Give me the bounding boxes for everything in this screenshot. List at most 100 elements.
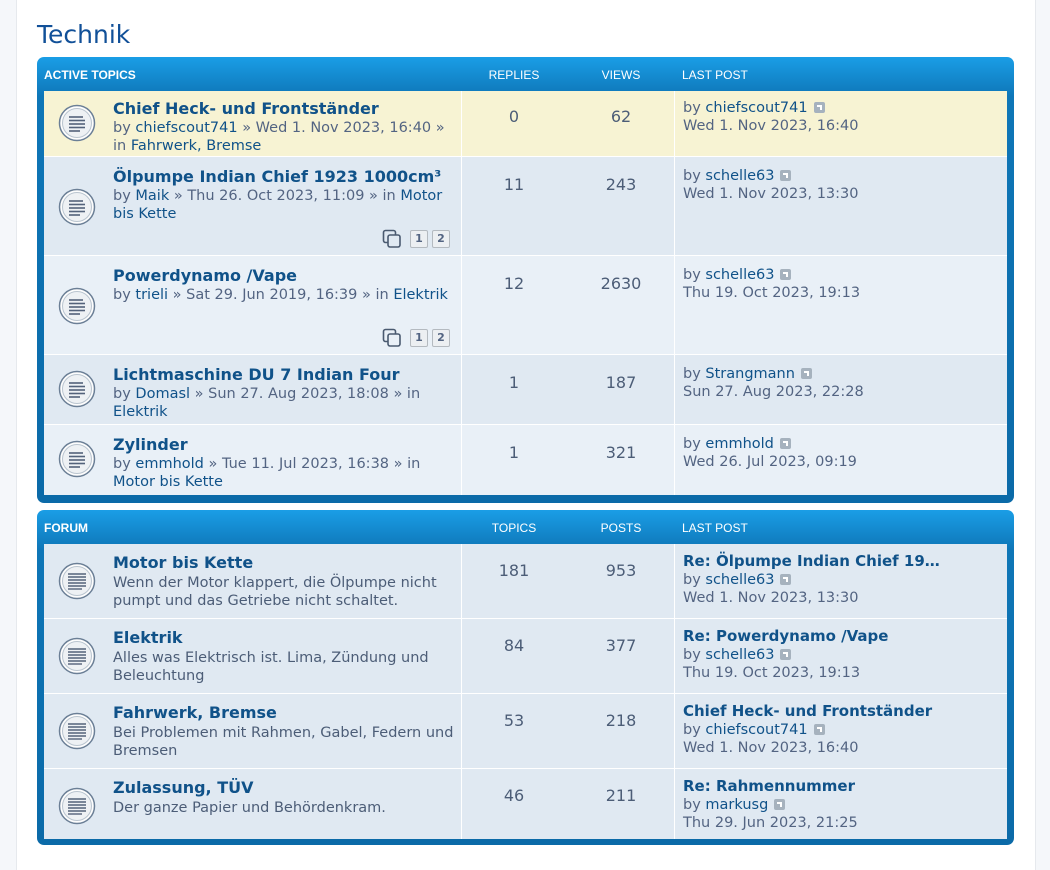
- view-latest-post-icon[interactable]: [780, 170, 792, 181]
- by-label: by: [683, 647, 701, 663]
- replies-count: 0: [508, 107, 520, 126]
- by-label: by: [113, 386, 131, 402]
- forum-description: Wenn der Motor klappert, die Ölpumpe nic…: [113, 575, 437, 609]
- author-link[interactable]: chiefscout741: [135, 120, 237, 136]
- last-post-date: Wed 1. Nov 2023, 13:30: [683, 590, 859, 606]
- by-label: by: [683, 168, 701, 184]
- multipage-icon: [382, 229, 401, 248]
- topic-title-link[interactable]: Ölpumpe Indian Chief 1923 1000cm³: [113, 167, 441, 186]
- topic-meta: by trieli » Sat 29. Jun 2019, 16:39 » in…: [113, 286, 458, 304]
- in-label: » in: [393, 386, 421, 402]
- last-post-author-link[interactable]: schelle63: [705, 572, 774, 588]
- topic-pagination: 1 2: [382, 327, 454, 349]
- view-latest-post-icon[interactable]: [780, 269, 792, 280]
- forum-description: Alles was Elektrisch ist. Lima, Zündung …: [113, 650, 429, 684]
- last-post-author-link[interactable]: markusg: [705, 797, 768, 813]
- last-post-author-link[interactable]: schelle63: [705, 647, 774, 663]
- page-link-2[interactable]: 2: [432, 230, 450, 248]
- last-post-author-link[interactable]: schelle63: [705, 267, 774, 283]
- topic-title-link[interactable]: Zylinder: [113, 435, 188, 454]
- topic-read-icon: [58, 188, 96, 226]
- topic-meta: by Maik » Thu 26. Oct 2023, 11:09 » in M…: [113, 187, 458, 223]
- page-link-1[interactable]: 1: [410, 230, 428, 248]
- last-post-author-link[interactable]: chiefscout741: [705, 100, 807, 116]
- topic-title-link[interactable]: Powerdynamo /Vape: [113, 266, 297, 285]
- author-link[interactable]: Maik: [135, 188, 169, 204]
- author-link[interactable]: Domasl: [135, 386, 190, 402]
- replies-count: 12: [503, 274, 525, 293]
- by-label: by: [683, 722, 701, 738]
- replies-column-header: REPLIES: [488, 68, 540, 82]
- forum-link[interactable]: Motor bis Kette: [113, 474, 223, 490]
- view-latest-post-icon[interactable]: [813, 102, 825, 113]
- topic-meta: by Domasl » Sun 27. Aug 2023, 18:08 » in…: [113, 385, 458, 421]
- last-post-date: Wed 1. Nov 2023, 16:40: [683, 740, 859, 756]
- last-post: by Strangmann Sun 27. Aug 2023, 22:28: [683, 365, 1003, 401]
- last-post-date: Thu 19. Oct 2023, 19:13: [683, 285, 861, 301]
- forum-title-link[interactable]: Motor bis Kette: [113, 553, 253, 572]
- last-post-date: Thu 19. Oct 2023, 19:13: [683, 665, 861, 681]
- by-label: by: [683, 267, 701, 283]
- view-latest-post-icon[interactable]: [780, 574, 792, 585]
- forum-row: Zulassung, TÜV Der ganze Papier und Behö…: [44, 769, 1007, 839]
- topic-title-link[interactable]: Lichtmaschine DU 7 Indian Four: [113, 365, 400, 384]
- last-post-title-link[interactable]: Re: Powerdynamo /Vape: [683, 627, 888, 645]
- forum-link[interactable]: Elektrik: [393, 287, 448, 303]
- replies-count: 11: [503, 175, 525, 194]
- forum-title-link[interactable]: Elektrik: [113, 628, 183, 647]
- forum-row: Elektrik Alles was Elektrisch ist. Lima,…: [44, 619, 1007, 694]
- topic-date: » Thu 26. Oct 2023, 11:09: [173, 188, 365, 204]
- view-latest-post-icon[interactable]: [780, 649, 792, 660]
- last-post-author-link[interactable]: schelle63: [705, 168, 774, 184]
- view-latest-post-icon[interactable]: [800, 368, 812, 379]
- last-post-date: Wed 1. Nov 2023, 16:40: [683, 118, 859, 134]
- forum-title-link[interactable]: Fahrwerk, Bremse: [113, 703, 277, 722]
- forum-title-link[interactable]: Zulassung, TÜV: [113, 778, 254, 797]
- topic-read-icon: [58, 440, 96, 478]
- forum-heading: FORUM: [44, 521, 88, 535]
- view-latest-post-icon[interactable]: [813, 724, 825, 735]
- last-post-date: Wed 1. Nov 2023, 13:30: [683, 186, 859, 202]
- replies-count: 1: [508, 373, 520, 392]
- topic-title-link[interactable]: Chief Heck- und Frontständer: [113, 99, 379, 118]
- last-post-title-link[interactable]: Re: Ölpumpe Indian Chief 19…: [683, 552, 940, 570]
- topic-meta: by chiefscout741 » Wed 1. Nov 2023, 16:4…: [113, 119, 458, 155]
- page-link-1[interactable]: 1: [410, 329, 428, 347]
- forum-list-panel: FORUM TOPICS POSTS LAST POST Motor bis K…: [37, 510, 1014, 845]
- replies-count: 1: [508, 443, 520, 462]
- by-label: by: [683, 100, 701, 116]
- last-post: by chiefscout741 Wed 1. Nov 2023, 16:40: [683, 99, 1003, 135]
- by-label: by: [113, 287, 131, 303]
- author-link[interactable]: emmhold: [135, 456, 203, 472]
- topic-meta: by emmhold » Tue 11. Jul 2023, 16:38 » i…: [113, 455, 458, 491]
- page-link-2[interactable]: 2: [432, 329, 450, 347]
- page-title[interactable]: Technik: [37, 20, 130, 49]
- last-post: by emmhold Wed 26. Jul 2023, 09:19: [683, 435, 1003, 471]
- last-post-author-link[interactable]: Strangmann: [705, 366, 795, 382]
- forum-description: Bei Problemen mit Rahmen, Gabel, Federn …: [113, 725, 454, 759]
- topic-read-icon: [58, 370, 96, 408]
- view-latest-post-icon[interactable]: [774, 799, 786, 810]
- forum-read-icon: [58, 637, 96, 675]
- last-post-date: Wed 26. Jul 2023, 09:19: [683, 454, 857, 470]
- last-post-title-link[interactable]: Chief Heck- und Frontständer: [683, 702, 932, 720]
- views-column-header: VIEWS: [601, 68, 641, 82]
- last-post: Re: Ölpumpe Indian Chief 19… by schelle63…: [683, 552, 1003, 607]
- in-label: » in: [393, 456, 421, 472]
- views-count: 187: [605, 373, 637, 392]
- topics-count: 181: [498, 561, 530, 580]
- author-link[interactable]: trieli: [135, 287, 168, 303]
- last-post-date: Sun 27. Aug 2023, 22:28: [683, 384, 864, 400]
- view-latest-post-icon[interactable]: [779, 438, 791, 449]
- last-post-author-link[interactable]: emmhold: [705, 436, 773, 452]
- by-label: by: [113, 188, 131, 204]
- active-topics-heading: ACTIVE TOPICS: [44, 68, 136, 82]
- last-post-author-link[interactable]: chiefscout741: [705, 722, 807, 738]
- posts-count: 211: [605, 786, 637, 805]
- last-post-title-link[interactable]: Re: Rahmennummer: [683, 777, 855, 795]
- last-post-column-header: LAST POST: [682, 521, 748, 535]
- views-count: 2630: [600, 274, 642, 293]
- topics-count: 84: [503, 636, 525, 655]
- forum-link[interactable]: Fahrwerk, Bremse: [131, 138, 262, 154]
- forum-link[interactable]: Elektrik: [113, 404, 168, 420]
